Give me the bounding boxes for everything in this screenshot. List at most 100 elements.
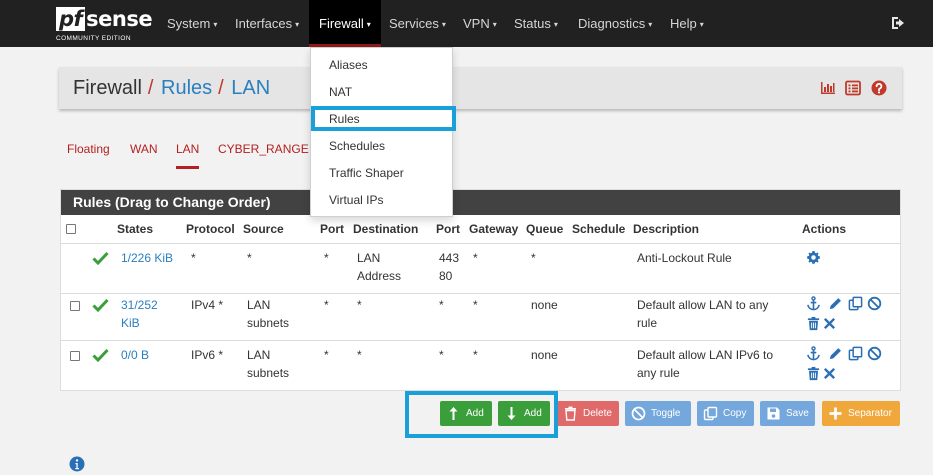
states-link[interactable]: KiB (121, 314, 140, 332)
trash-icon[interactable] (806, 316, 821, 331)
breadcrumb: Firewall / Rules / LAN (73, 67, 270, 109)
menu-item-nat[interactable]: NAT (311, 79, 452, 105)
col-header-queue[interactable]: Queue (526, 222, 563, 236)
source-port-cell: * (324, 298, 329, 312)
disable-icon[interactable] (867, 296, 882, 311)
button-label: Add (524, 408, 542, 419)
tab-floating[interactable]: Floating (67, 141, 110, 169)
copy-icon[interactable] (848, 346, 863, 361)
menu-item-traffic-shaper[interactable]: Traffic Shaper (311, 160, 452, 186)
breadcrumb-bar: Firewall / Rules / LAN (59, 67, 902, 109)
list-icon[interactable] (845, 80, 861, 96)
protocol-cell: IPv4 * (191, 298, 224, 312)
col-header-protocol[interactable]: Protocol (186, 222, 235, 236)
nav-status[interactable]: Status ▾ (514, 0, 558, 47)
nav-vpn[interactable]: VPN ▾ (463, 0, 497, 47)
check-icon (92, 251, 109, 265)
nav-system[interactable]: System ▾ (167, 0, 217, 47)
pencil-icon[interactable] (828, 296, 843, 311)
source-cell: subnets (247, 316, 290, 330)
tab-lan[interactable]: LAN (176, 141, 200, 169)
delete-button[interactable]: Delete (557, 401, 619, 426)
save-button[interactable]: Save (760, 401, 815, 426)
anchor-icon[interactable] (806, 346, 821, 361)
destination-port-cell: 80 (439, 269, 453, 283)
destination-cell: Address (357, 269, 402, 283)
caret-down-icon: ▾ (441, 20, 446, 29)
destination-cell: LAN (357, 251, 381, 265)
ban-icon (631, 406, 646, 421)
col-header-schedule[interactable]: Schedule (572, 222, 625, 236)
col-header-description[interactable]: Description (633, 222, 699, 236)
col-header-destination[interactable]: Destination (353, 222, 418, 236)
states-link[interactable]: 0/0 B (121, 346, 149, 364)
logo-edition: COMMUNITY EDITION (56, 35, 131, 42)
times-icon[interactable] (822, 316, 837, 331)
menu-item-virtual-ips[interactable]: Virtual IPs (311, 187, 452, 213)
button-label: Toggle (651, 408, 681, 419)
queue-cell: * (531, 251, 536, 265)
chart-icon[interactable] (820, 80, 836, 96)
select-all-checkbox[interactable] (66, 224, 76, 234)
sign-out-icon[interactable] (890, 15, 906, 31)
gateway-cell: * (473, 348, 478, 362)
arrow-up-icon (449, 407, 458, 420)
times-icon[interactable] (822, 366, 837, 381)
nav-label: System (167, 16, 211, 31)
description-cell: Default allow LAN to any (637, 298, 769, 312)
firewall-dropdown-menu: Aliases NAT Rules Schedules Traffic Shap… (310, 47, 453, 217)
nav-diagnostics[interactable]: Diagnostics ▾ (578, 0, 652, 47)
nav-firewall[interactable]: Firewall ▾ (309, 0, 381, 47)
save-icon (767, 407, 780, 420)
col-header-source-port[interactable]: Port (320, 222, 344, 236)
row-checkbox[interactable] (70, 351, 80, 361)
help-icon[interactable] (871, 80, 887, 96)
toggle-button[interactable]: Toggle (625, 401, 691, 426)
disable-icon[interactable] (867, 346, 882, 361)
col-header-states[interactable]: States (117, 222, 153, 236)
trash-icon[interactable] (806, 366, 821, 381)
col-header-source[interactable]: Source (243, 222, 284, 236)
queue-cell: none (531, 298, 558, 312)
row-checkbox[interactable] (70, 301, 80, 311)
nav-help[interactable]: Help ▾ (670, 0, 704, 47)
add-rule-top-button[interactable]: Add (440, 401, 492, 426)
pencil-icon[interactable] (828, 346, 843, 361)
button-label: Save (786, 408, 809, 419)
copy-button[interactable]: Copy (697, 401, 754, 426)
states-link[interactable]: 1/226 KiB (121, 249, 173, 267)
description-cell: Anti-Lockout Rule (637, 251, 732, 265)
divider (61, 340, 900, 341)
button-label: Delete (583, 408, 612, 419)
breadcrumb-separator: / (147, 77, 154, 99)
col-header-gateway[interactable]: Gateway (469, 222, 518, 236)
button-label: Add (466, 408, 484, 419)
source-cell: LAN (247, 348, 271, 362)
nav-interfaces[interactable]: Interfaces ▾ (235, 0, 299, 47)
gateway-cell: * (473, 298, 478, 312)
breadcrumb-lan-link[interactable]: LAN (231, 77, 270, 99)
logo-wordmark: pf sense (56, 6, 153, 32)
plus-icon (829, 407, 842, 420)
caret-down-icon: ▾ (366, 20, 371, 29)
arrow-down-icon (507, 407, 516, 420)
menu-item-rules[interactable]: Rules (311, 106, 452, 132)
info-icon[interactable] (69, 456, 85, 472)
states-link[interactable]: 31/252 (121, 296, 158, 314)
gear-icon[interactable] (806, 250, 821, 265)
breadcrumb-rules-link[interactable]: Rules (161, 77, 212, 99)
col-header-destination-port[interactable]: Port (436, 222, 460, 236)
add-rule-bottom-button[interactable]: Add (498, 401, 550, 426)
tab-cyber-range[interactable]: CYBER_RANGE (218, 141, 309, 169)
separator-button[interactable]: Separator (822, 401, 900, 426)
button-label: Separator (848, 408, 892, 419)
nav-services[interactable]: Services ▾ (389, 0, 446, 47)
rules-panel: Rules (Drag to Change Order) States Prot… (60, 189, 901, 391)
nav-label: VPN (463, 16, 490, 31)
menu-item-schedules[interactable]: Schedules (311, 133, 452, 159)
pfsense-logo[interactable]: pf sense COMMUNITY EDITION (56, 6, 153, 44)
copy-icon[interactable] (848, 296, 863, 311)
anchor-icon[interactable] (806, 296, 821, 311)
menu-item-aliases[interactable]: Aliases (311, 52, 452, 78)
tab-wan[interactable]: WAN (130, 141, 158, 169)
